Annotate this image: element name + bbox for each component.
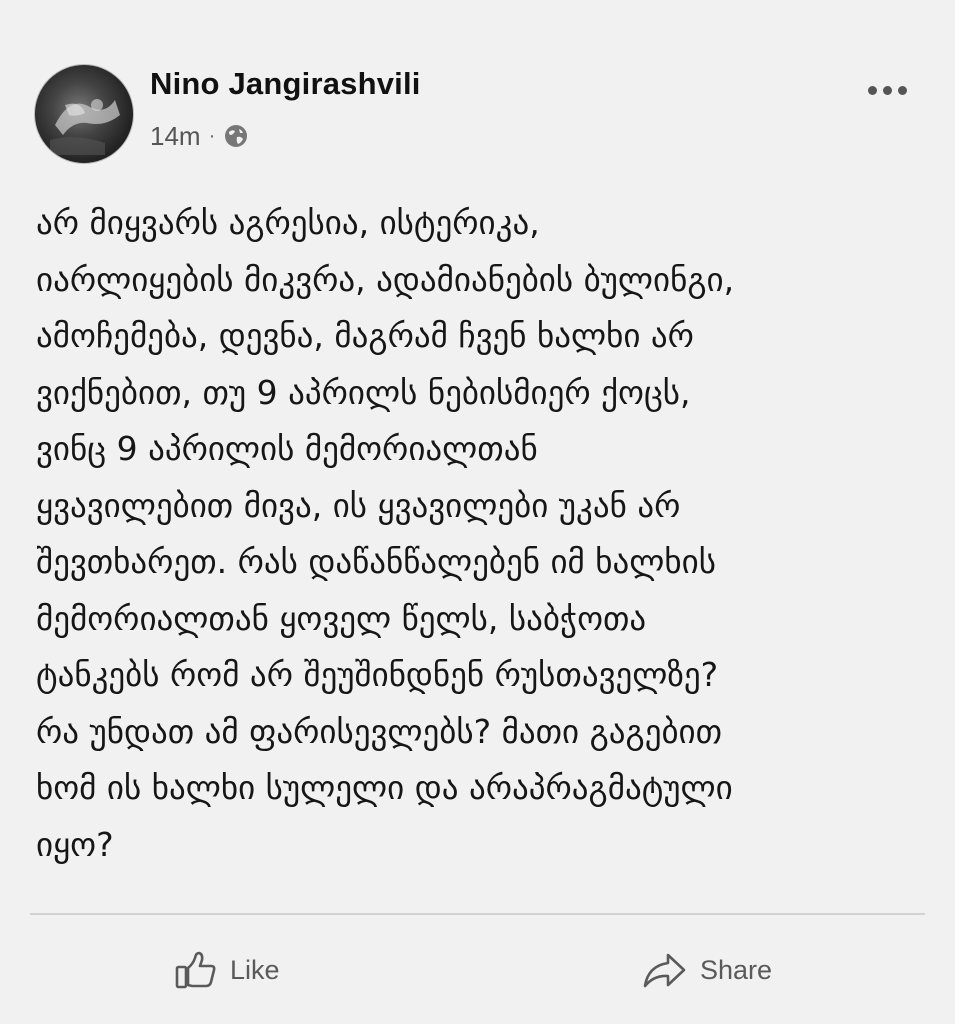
more-options-button[interactable] <box>862 80 912 100</box>
facebook-post: Nino Jangirashvili 14m · არ მიყვარს აგრე… <box>0 0 955 1024</box>
like-button[interactable]: Like <box>174 944 280 996</box>
post-body-line: ტანკებს რომ არ შეუშინდნენ რუსთაველზე? <box>36 655 719 694</box>
like-label: Like <box>230 954 280 985</box>
share-arrow-icon <box>643 953 686 988</box>
avatar-photo <box>50 99 120 155</box>
more-options-icon <box>867 85 877 95</box>
post-body-line: რა უნდათ ამ ფარისევლებს? მათი გაგებით <box>36 711 723 751</box>
post-body-line: არ მიყვარს აგრესია, ისტერიკა, <box>36 203 540 242</box>
globe-icon[interactable] <box>223 123 249 149</box>
post-body: არ მიყვარს აგრესია, ისტერიკა, იარლიყების… <box>36 195 936 873</box>
avatar[interactable] <box>34 64 134 164</box>
post-body-line: შევთხარეთ. რას დაწანწალებენ იმ ხალხის <box>36 542 716 581</box>
post-body-line: ამოჩემება, დევნა, მაგრამ ჩვენ ხალხი არ <box>36 316 694 355</box>
post-body-line: მემორიალთან ყოველ წელს, საბჭოთა <box>36 598 647 638</box>
post-body-line: ვინც 9 აპრილის მემორიალთან <box>36 429 538 468</box>
share-button[interactable]: Share <box>640 944 772 996</box>
post-body-line: იარლიყების მიკვრა, ადამიანების ბულინგი, <box>36 259 735 299</box>
post-timestamp[interactable]: 14m <box>150 121 201 152</box>
author-name[interactable]: Nino Jangirashvili <box>150 66 421 102</box>
post-body-line: ხომ ის ხალხი სულელი და არაპრაგმატული <box>36 768 733 807</box>
post-meta: 14m · <box>150 118 249 154</box>
meta-separator: · <box>208 124 216 147</box>
share-label: Share <box>700 954 773 985</box>
post-body-line: იყო? <box>36 824 114 864</box>
post-body-line: ყვავილებით მივა, ის ყვავილები უკან არ <box>36 485 681 525</box>
thumbs-up-icon <box>175 951 216 989</box>
post-body-line: ვიქნებით, თუ 9 აპრილს ნებისმიერ ქოცს, <box>36 372 691 412</box>
divider <box>30 913 925 915</box>
